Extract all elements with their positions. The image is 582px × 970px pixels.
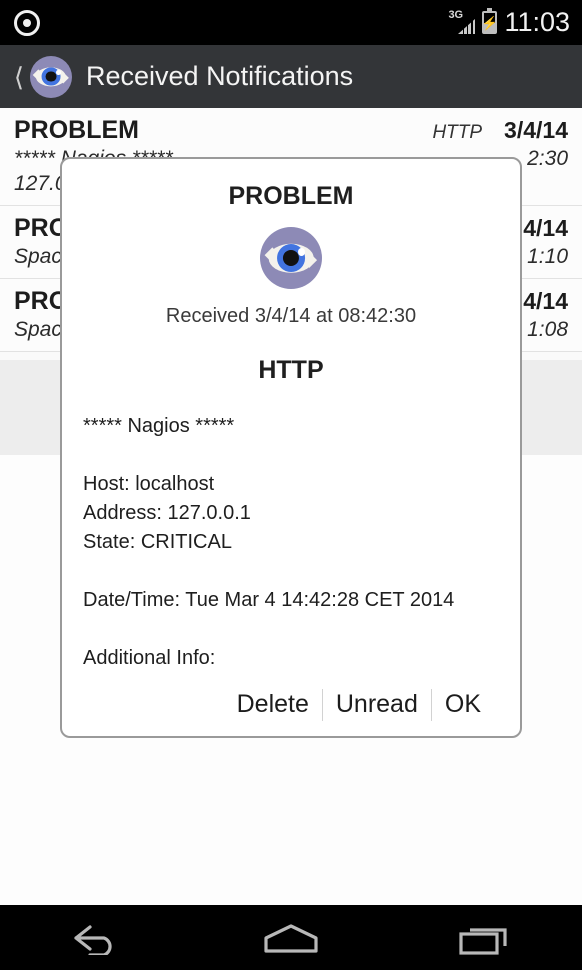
eye-logo-icon [260,227,322,289]
delete-button[interactable]: Delete [224,692,322,717]
dialog-received-timestamp: Received 3/4/14 at 08:42:30 [165,305,417,327]
dialog-body-text: ***** Nagios ***** Host: localhost Addre… [83,415,455,669]
dialog-button-bar: Delete Unread OK [62,673,520,736]
back-nav-icon[interactable] [37,905,157,970]
notification-detail-dialog: PROBLEM Received 3/4/14 at 08:42:30 HTTP… [60,157,522,738]
ok-button[interactable]: OK [432,692,494,717]
unread-button[interactable]: Unread [323,692,431,717]
navigation-bar [0,905,582,970]
dialog-title: PROBLEM [228,182,354,210]
phone-screen: 3G ⚡ 11:03 ⟨ Received Notifications PROB… [0,0,582,970]
recent-apps-nav-icon[interactable] [425,905,545,970]
home-nav-icon[interactable] [231,905,351,970]
dialog-service-name: HTTP [258,356,324,384]
